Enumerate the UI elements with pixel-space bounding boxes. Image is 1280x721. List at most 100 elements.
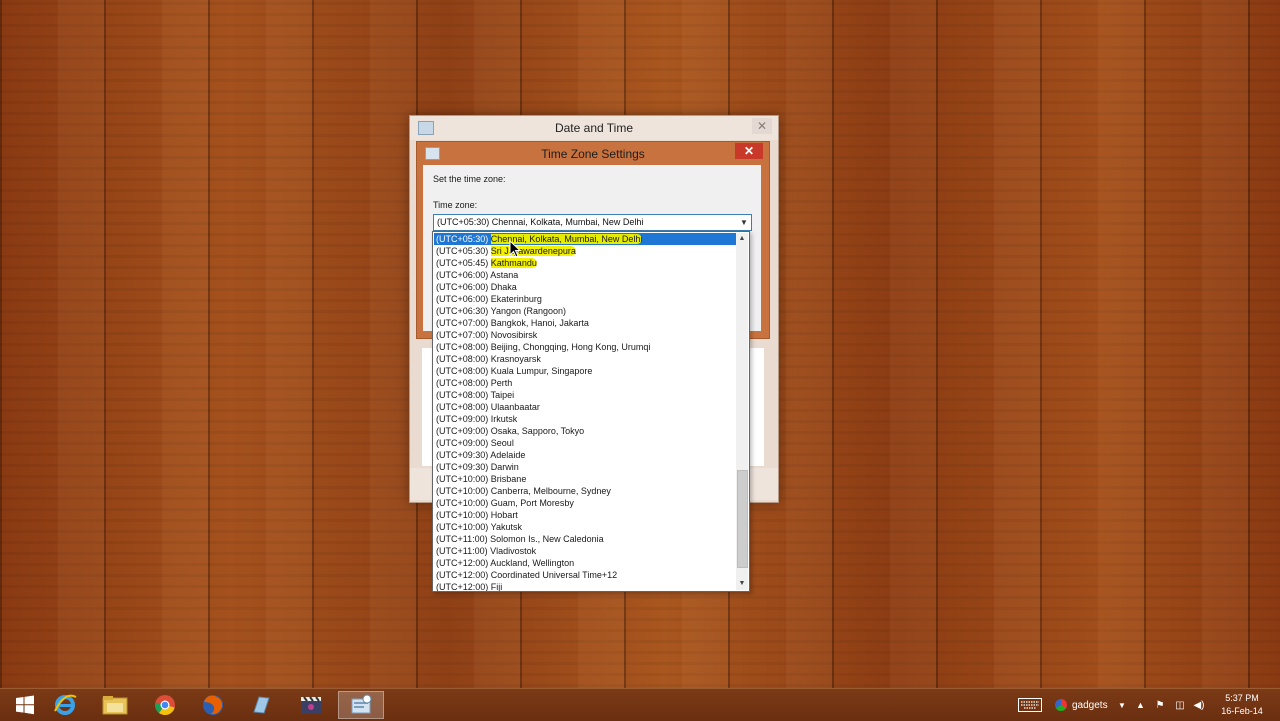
time-zone-option[interactable]: (UTC+12:00) Auckland, Wellington bbox=[434, 557, 737, 569]
time-zone-offset: (UTC+06:00) bbox=[436, 270, 489, 280]
time-zone-offset: (UTC+06:30) bbox=[436, 306, 489, 316]
time-zone-option[interactable]: (UTC+11:00) Solomon Is., New Caledonia bbox=[434, 533, 737, 545]
time-zone-option[interactable]: (UTC+06:00) Ekaterinburg bbox=[434, 293, 737, 305]
volume-icon[interactable]: ◀) bbox=[1192, 689, 1206, 721]
toolbar-chevron-icon[interactable]: ▼ bbox=[1118, 689, 1128, 721]
dropdown-scrollbar[interactable]: ▲ ▼ bbox=[736, 233, 748, 590]
time-zone-combobox[interactable]: (UTC+05:30) Chennai, Kolkata, Mumbai, Ne… bbox=[433, 214, 752, 231]
time-zone-close-button[interactable]: ✕ bbox=[735, 143, 763, 159]
time-zone-option[interactable]: (UTC+09:30) Darwin bbox=[434, 461, 737, 473]
touch-keyboard-button[interactable] bbox=[1016, 689, 1044, 721]
network-icon[interactable]: ◫ bbox=[1173, 689, 1187, 721]
time-zone-options: (UTC+05:30) Chennai, Kolkata, Mumbai, Ne… bbox=[434, 233, 737, 592]
time-zone-cities: Coordinated Universal Time+12 bbox=[490, 570, 618, 580]
time-zone-option[interactable]: (UTC+08:00) Taipei bbox=[434, 389, 737, 401]
folder-icon bbox=[102, 696, 128, 715]
date-and-time-close-button[interactable]: ✕ bbox=[752, 118, 772, 134]
chrome-button[interactable] bbox=[142, 691, 188, 719]
set-time-zone-label: Set the time zone: bbox=[433, 174, 506, 184]
time-zone-option[interactable]: (UTC+08:00) Kuala Lumpur, Singapore bbox=[434, 365, 737, 377]
time-zone-offset: (UTC+11:00) bbox=[436, 534, 488, 544]
time-zone-option[interactable]: (UTC+09:00) Irkutsk bbox=[434, 413, 737, 425]
app-button[interactable] bbox=[238, 691, 284, 719]
app-icon bbox=[253, 696, 270, 714]
time-zone-option[interactable]: (UTC+07:00) Bangkok, Hanoi, Jakarta bbox=[434, 317, 737, 329]
time-zone-offset: (UTC+10:00) bbox=[436, 486, 489, 496]
time-zone-option[interactable]: (UTC+06:00) Dhaka bbox=[434, 281, 737, 293]
time-zone-cities: Auckland, Wellington bbox=[490, 558, 575, 568]
time-zone-cities: Hobart bbox=[490, 510, 518, 520]
firefox-button[interactable] bbox=[190, 691, 236, 719]
time-zone-option[interactable]: (UTC+05:45) Kathmandu bbox=[434, 257, 737, 269]
time-zone-offset: (UTC+09:00) bbox=[436, 438, 489, 448]
firefox-icon bbox=[203, 695, 223, 715]
time-zone-cities: Sri Jayawardenepura bbox=[490, 246, 576, 256]
chrome-icon bbox=[154, 695, 175, 716]
scroll-down-arrow-icon[interactable]: ▼ bbox=[736, 578, 748, 590]
time-zone-option[interactable]: (UTC+10:00) Guam, Port Moresby bbox=[434, 497, 737, 509]
time-zone-cities: Taipei bbox=[490, 390, 515, 400]
time-zone-option[interactable]: (UTC+10:00) Canberra, Melbourne, Sydney bbox=[434, 485, 737, 497]
time-zone-offset: (UTC+06:00) bbox=[436, 294, 489, 304]
time-zone-option[interactable]: (UTC+09:00) Seoul bbox=[434, 437, 737, 449]
movie-clapper-icon bbox=[301, 696, 321, 714]
time-zone-option[interactable]: (UTC+05:30) Sri Jayawardenepura bbox=[434, 245, 737, 257]
time-zone-cities: Perth bbox=[490, 378, 513, 388]
control-panel-icon bbox=[351, 694, 372, 714]
time-zone-offset: (UTC+08:00) bbox=[436, 390, 489, 400]
time-zone-option[interactable]: (UTC+06:00) Astana bbox=[434, 269, 737, 281]
time-zone-option[interactable]: (UTC+08:00) Beijing, Chongqing, Hong Kon… bbox=[434, 341, 737, 353]
action-center-flag-icon[interactable]: ⚑ bbox=[1153, 689, 1167, 721]
time-zone-cities: Krasnoyarsk bbox=[490, 354, 541, 364]
time-zone-option[interactable]: (UTC+08:00) Ulaanbaatar bbox=[434, 401, 737, 413]
time-zone-dropdown-list[interactable]: (UTC+05:30) Chennai, Kolkata, Mumbai, Ne… bbox=[432, 231, 750, 592]
time-zone-option[interactable]: (UTC+07:00) Novosibirsk bbox=[434, 329, 737, 341]
gadgets-icon bbox=[1055, 699, 1067, 711]
time-zone-offset: (UTC+08:00) bbox=[436, 342, 489, 352]
scroll-up-arrow-icon[interactable]: ▲ bbox=[736, 233, 748, 245]
time-zone-offset: (UTC+05:45) bbox=[436, 258, 489, 268]
clock-date: 16-Feb-14 bbox=[1221, 706, 1263, 716]
time-zone-offset: (UTC+09:00) bbox=[436, 426, 489, 436]
keyboard-icon bbox=[1018, 698, 1042, 712]
time-zone-option[interactable]: (UTC+10:00) Brisbane bbox=[434, 473, 737, 485]
file-explorer-button[interactable] bbox=[92, 691, 138, 719]
time-zone-option[interactable]: (UTC+11:00) Vladivostok bbox=[434, 545, 737, 557]
time-zone-offset: (UTC+12:00) bbox=[436, 570, 489, 580]
time-zone-cities: Solomon Is., New Caledonia bbox=[490, 534, 604, 544]
time-zone-cities: Seoul bbox=[490, 438, 514, 448]
time-zone-settings-titlebar[interactable]: Time Zone Settings ✕ bbox=[417, 142, 769, 164]
time-zone-offset: (UTC+09:00) bbox=[436, 414, 489, 424]
time-zone-offset: (UTC+06:00) bbox=[436, 282, 489, 292]
time-zone-option[interactable]: (UTC+06:30) Yangon (Rangoon) bbox=[434, 305, 737, 317]
time-zone-option[interactable]: (UTC+09:00) Osaka, Sapporo, Tokyo bbox=[434, 425, 737, 437]
time-zone-option[interactable]: (UTC+12:00) Fiji bbox=[434, 581, 737, 592]
scrollbar-thumb[interactable] bbox=[737, 470, 748, 568]
date-and-time-title: Date and Time bbox=[554, 121, 634, 135]
time-zone-option[interactable]: (UTC+09:30) Adelaide bbox=[434, 449, 737, 461]
time-zone-option[interactable]: (UTC+10:00) Hobart bbox=[434, 509, 737, 521]
time-zone-cities: Bangkok, Hanoi, Jakarta bbox=[490, 318, 589, 328]
time-zone-option[interactable]: (UTC+08:00) Perth bbox=[434, 377, 737, 389]
show-hidden-icons-chevron-icon[interactable]: ▲ bbox=[1136, 689, 1146, 721]
time-zone-offset: (UTC+08:00) bbox=[436, 378, 489, 388]
time-zone-option[interactable]: (UTC+12:00) Coordinated Universal Time+1… bbox=[434, 569, 737, 581]
time-zone-cities: Fiji bbox=[490, 582, 503, 592]
date-and-time-titlebar[interactable]: Date and Time ✕ bbox=[410, 116, 778, 140]
time-zone-cities: Osaka, Sapporo, Tokyo bbox=[490, 426, 585, 436]
time-zone-option[interactable]: (UTC+10:00) Yakutsk bbox=[434, 521, 737, 533]
date-time-settings-button[interactable] bbox=[338, 691, 384, 719]
internet-explorer-button[interactable] bbox=[42, 691, 88, 719]
time-zone-offset: (UTC+07:00) bbox=[436, 330, 489, 340]
time-zone-cities: Novosibirsk bbox=[490, 330, 538, 340]
chevron-down-icon[interactable]: ▼ bbox=[739, 215, 749, 230]
movie-maker-button[interactable] bbox=[288, 691, 334, 719]
time-zone-offset: (UTC+10:00) bbox=[436, 474, 489, 484]
desktop: Date and Time ✕ Time Zone Settings ✕ Set… bbox=[0, 0, 1280, 688]
time-zone-cities: Adelaide bbox=[490, 450, 526, 460]
time-zone-option[interactable]: (UTC+08:00) Krasnoyarsk bbox=[434, 353, 737, 365]
system-clock[interactable]: 5:37 PM 16-Feb-14 bbox=[1212, 692, 1272, 718]
time-zone-cities: Ekaterinburg bbox=[490, 294, 542, 304]
time-zone-option[interactable]: (UTC+05:30) Chennai, Kolkata, Mumbai, Ne… bbox=[434, 233, 737, 245]
time-zone-cities: Irkutsk bbox=[490, 414, 518, 424]
